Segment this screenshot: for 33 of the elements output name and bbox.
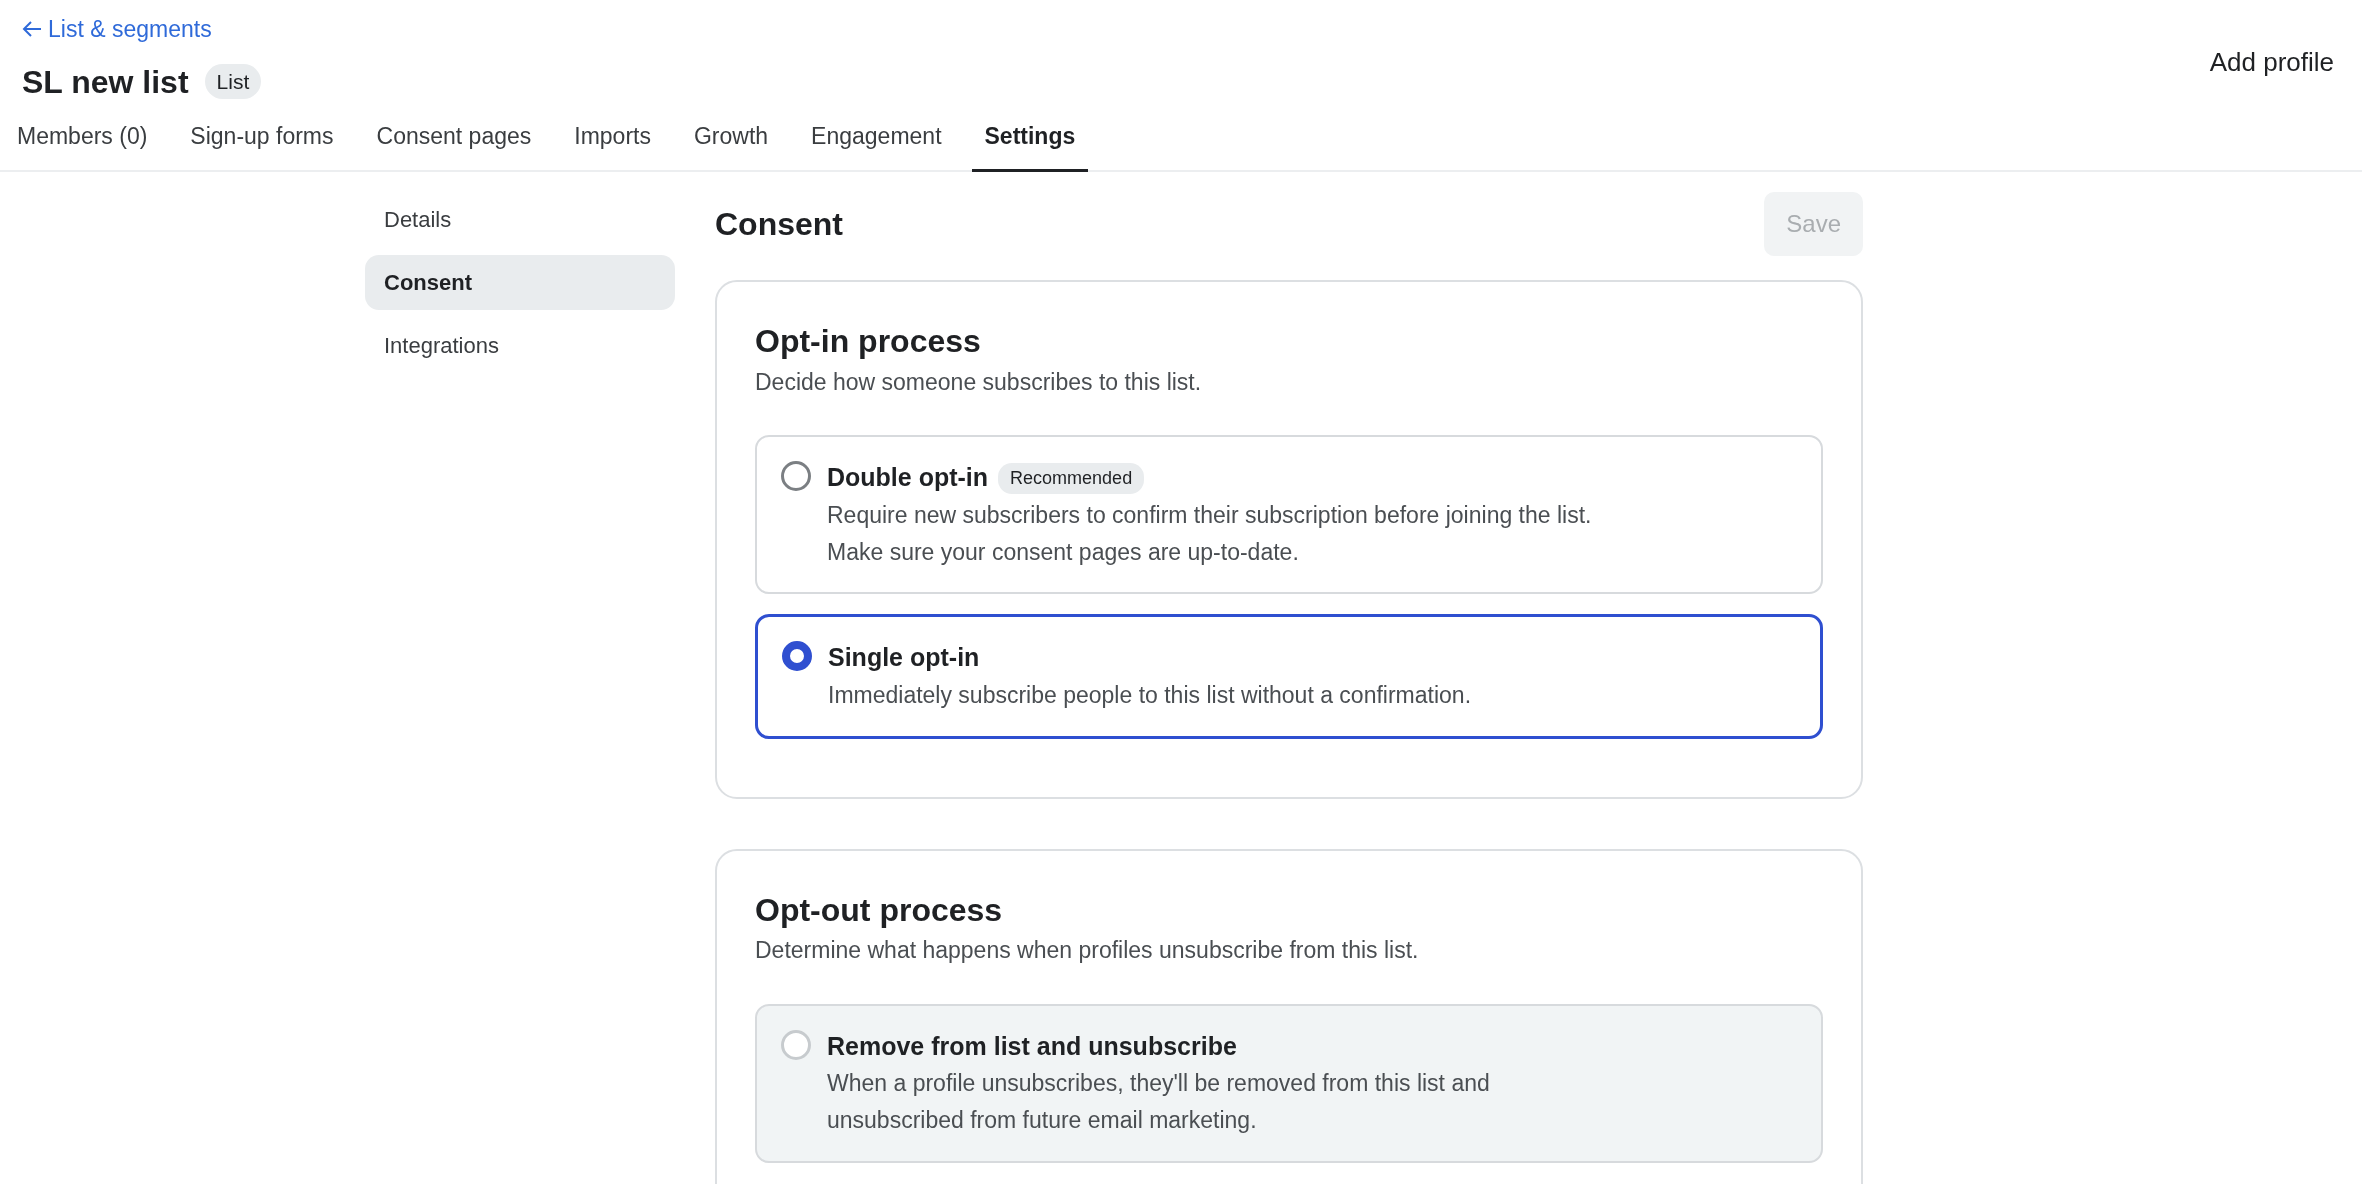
arrow-left-icon: [22, 20, 42, 39]
back-link[interactable]: List & segments: [22, 12, 262, 47]
tab[interactable]: Imports: [561, 108, 664, 173]
tab[interactable]: Settings: [971, 108, 1089, 173]
tab[interactable]: Consent pages: [363, 108, 545, 173]
sidebar-item[interactable]: Details: [365, 192, 675, 248]
recommended-tag: Recommended: [998, 462, 1145, 494]
radio-option[interactable]: Single opt-in Immediately subscribe people to this list without a confirmation.: [755, 614, 1823, 739]
tab[interactable]: Members (0): [4, 108, 161, 173]
page-title: SL new list: [22, 62, 189, 101]
tab[interactable]: Sign-up forms: [177, 108, 347, 173]
card-title: Opt-out process: [755, 890, 1004, 930]
option-title: Double opt-in: [827, 462, 989, 494]
option-description: Immediately subscribe people to this list without a confirmation.: [828, 680, 1472, 710]
tab[interactable]: Engagement: [798, 108, 955, 173]
radio-option[interactable]: Double opt-in Recommended Require new subscribers to confirm their subscription before joining the list. Make sure your consent pages are up-to-date.: [755, 435, 1823, 595]
option-title: Remove from list and unsubscribe: [827, 1030, 1237, 1062]
option-title: Single opt-in: [828, 642, 980, 674]
card-subtitle: Decide how someone subscribes to this list.: [755, 367, 1203, 397]
option-description: unsubscribed from future email marketing.: [827, 1105, 1258, 1135]
type-tag: List: [204, 63, 262, 100]
card-title: Opt-in process: [755, 322, 982, 361]
tab[interactable]: Growth: [680, 108, 782, 173]
radio-button[interactable]: [781, 461, 811, 492]
option-description: Require new subscribers to confirm their subscription before joining the list.: [827, 500, 1592, 530]
radio-button[interactable]: [782, 641, 812, 672]
option-description: Make sure your consent pages are up-to-date.: [827, 537, 1300, 567]
option-description: When a profile unsubscribes, they'll be removed from this list and: [827, 1069, 1490, 1099]
sidebar-item[interactable]: Integrations: [365, 318, 675, 374]
sidebar-item[interactable]: Consent: [365, 255, 675, 311]
card-subtitle: Determine what happens when profiles unsubscribe from this list.: [755, 936, 1420, 966]
section-title: Consent: [715, 205, 843, 244]
add-profile-button[interactable]: Add profile: [2203, 42, 2340, 83]
